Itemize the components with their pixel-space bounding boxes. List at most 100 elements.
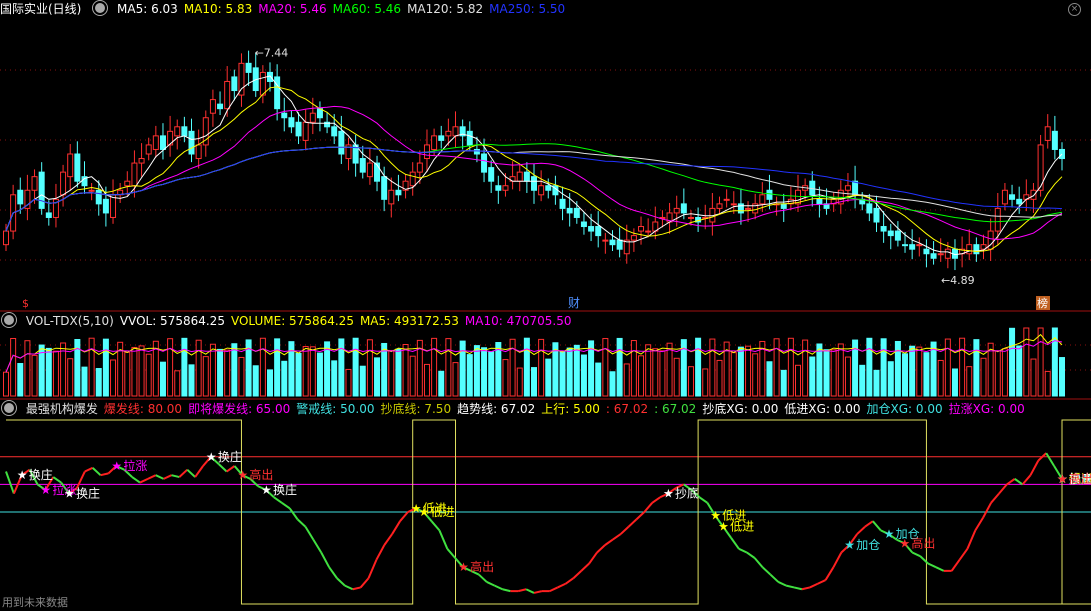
candle [338, 130, 345, 155]
candle [159, 135, 166, 150]
volume-bar [252, 365, 259, 397]
volume-bar [316, 352, 323, 397]
signal-tag-label: 换庄 [273, 482, 297, 497]
chart-canvas[interactable]: ★ 换庄★ 拉涨★ 换庄★ 拉涨★ 换庄★ 高出★ 换庄★ 低进★ 低进★ 高出★ 抄底★ 低进★ 低进★… [0, 0, 1091, 611]
volume-bar [1037, 327, 1044, 397]
trend-segment [990, 492, 1000, 504]
trend-segment [359, 577, 370, 589]
trend-segment [950, 559, 961, 572]
star-icon: ★ [40, 483, 51, 497]
candle [88, 189, 95, 192]
trend-segment [100, 472, 109, 477]
volume-bar [730, 352, 737, 397]
trend-segment [1021, 474, 1032, 486]
trend-segment [525, 588, 535, 594]
volume-bar [24, 340, 31, 397]
trend-segment [935, 566, 945, 572]
candle [909, 244, 916, 250]
volume-bar [131, 346, 138, 397]
trend-segment [155, 474, 165, 480]
volume-bar [481, 347, 488, 397]
candle [38, 171, 45, 209]
volume-bar [195, 339, 202, 397]
candle [630, 235, 637, 241]
volume-bar [1023, 327, 1030, 397]
candle [31, 176, 38, 191]
candle [495, 185, 502, 191]
candle [295, 121, 302, 137]
event-marker: $ [22, 297, 29, 310]
star-icon: ★ [411, 501, 422, 515]
star-icon: ★ [718, 520, 729, 534]
trend-segment [864, 520, 874, 528]
volume-bar [395, 348, 402, 397]
volume-bar [616, 337, 623, 397]
candle [488, 167, 495, 182]
candle [916, 244, 923, 247]
volume-bar [88, 337, 95, 397]
candle [816, 198, 823, 205]
candle [238, 62, 245, 96]
candle [17, 189, 24, 205]
candle [559, 198, 566, 209]
trend-segment [958, 548, 969, 561]
volume-bar [623, 363, 630, 397]
volume-bar [609, 371, 616, 397]
trend-segment [438, 530, 449, 550]
star-icon: ★ [844, 538, 855, 552]
candle [152, 135, 159, 150]
trend-segment [572, 570, 582, 579]
volume-bar [159, 361, 166, 397]
volume-bar [951, 368, 958, 397]
volume-bar [495, 342, 502, 397]
trend-segment [84, 466, 94, 473]
candle [67, 153, 74, 178]
star-icon: ★ [261, 483, 272, 497]
volume-bar [209, 343, 216, 397]
candle [588, 226, 595, 232]
trend-segment [588, 551, 598, 565]
volume-bar [110, 359, 117, 397]
candle [95, 189, 102, 205]
candle [538, 185, 545, 196]
volume-bar [338, 338, 345, 397]
trend-segment [596, 544, 606, 554]
volume-bar [595, 362, 602, 397]
signal-tag-label: 抄底 [675, 486, 699, 501]
trend-segment [430, 520, 441, 532]
trend-segment [296, 518, 307, 528]
trend-segment [998, 483, 1008, 495]
volume-bar [1044, 370, 1051, 397]
candle [766, 189, 773, 200]
volume-bar [809, 356, 816, 397]
volume-bar [559, 351, 566, 397]
volume-bar [652, 348, 659, 397]
volume-bar [630, 340, 637, 397]
candle [944, 248, 951, 259]
star-icon: ★ [1057, 472, 1068, 486]
candle [602, 239, 609, 242]
trend-segment [320, 552, 330, 568]
trend-segment [139, 477, 149, 484]
trend-segment [171, 474, 180, 479]
volume-bar [716, 359, 723, 397]
trend-segment [604, 538, 614, 546]
volume-bar [488, 351, 495, 397]
volume-bar [909, 345, 916, 397]
volume-bar [402, 344, 409, 397]
volume-bar [745, 345, 752, 397]
trend-segment [52, 476, 62, 484]
volume-bar [167, 338, 174, 397]
star-icon: ★ [111, 459, 122, 473]
volume-bar [217, 348, 224, 397]
candle [523, 171, 530, 182]
candle [195, 144, 202, 160]
volume-bar [844, 356, 851, 397]
trend-segment [76, 471, 86, 489]
volume-bar [944, 338, 951, 397]
trend-segment [186, 468, 196, 478]
trend-segment [801, 586, 811, 591]
volume-bar [10, 337, 17, 397]
volume-bar [830, 349, 837, 397]
volume-bar [916, 346, 923, 397]
